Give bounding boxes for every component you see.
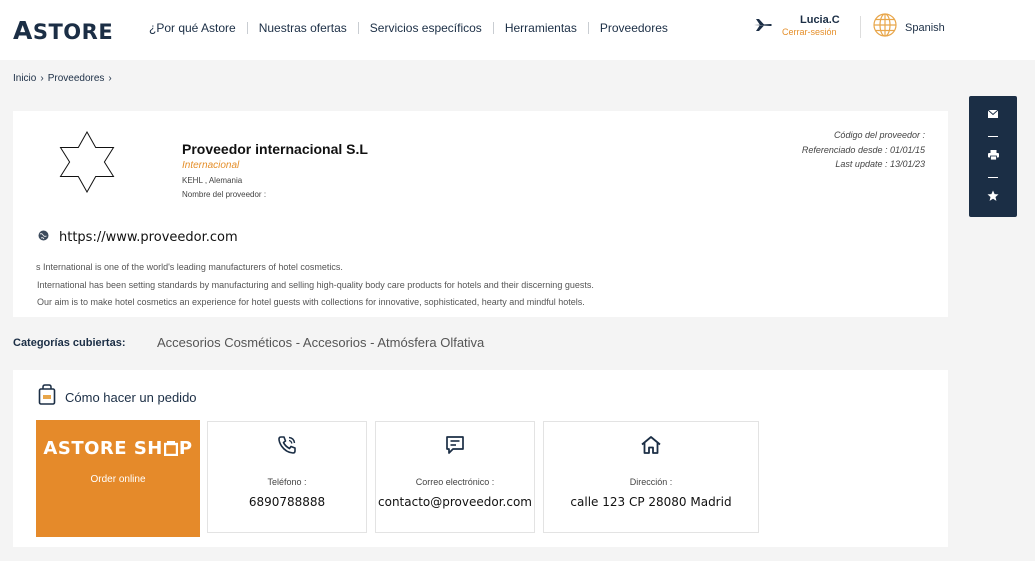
logo-letter: A xyxy=(13,16,33,45)
provider-logo-star-icon xyxy=(57,130,117,198)
astore-logo[interactable]: ASTORE xyxy=(13,16,113,45)
breadcrumb-inicio[interactable]: Inicio xyxy=(13,73,36,84)
address-label: Dirección : xyxy=(629,477,673,487)
provider-referenced: Referenciado desde : 01/01/15 xyxy=(801,144,925,155)
star-icon xyxy=(987,189,999,207)
email-box[interactable]: Correo electrónico : contacto@proveedor.… xyxy=(375,421,535,533)
chat-icon xyxy=(376,435,534,455)
website-link[interactable]: https://www.proveedor.com xyxy=(59,230,238,245)
header-divider xyxy=(860,16,861,38)
favorite-button[interactable] xyxy=(969,188,1017,208)
astore-shop-button[interactable]: ASTORE SH P Order online xyxy=(36,420,200,537)
shopping-bag-icon xyxy=(38,384,56,410)
mail-button[interactable] xyxy=(969,104,1017,124)
toolbar-divider xyxy=(988,136,998,137)
phone-box[interactable]: Teléfono : 6890788888 xyxy=(207,421,367,533)
email-value: contacto@proveedor.com xyxy=(378,495,532,509)
side-toolbar xyxy=(969,96,1017,217)
main-nav: ¿Por qué Astore Nuestras ofertas Servici… xyxy=(138,21,679,35)
order-heading: Cómo hacer un pedido xyxy=(38,384,197,410)
logout-link[interactable]: Cerrar-sesión xyxy=(782,27,837,37)
provider-nombre-label: Nombre del proveedor : xyxy=(182,190,267,199)
provider-description: s International is one of the world's le… xyxy=(36,259,594,312)
chevron-right-icon: › xyxy=(40,73,44,84)
nav-item-por-que-astore[interactable]: ¿Por qué Astore xyxy=(138,21,247,35)
order-section: Cómo hacer un pedido ASTORE SH P Order on… xyxy=(13,370,948,547)
provider-code-label: Código del proveedor : xyxy=(833,130,925,140)
web-globe-icon xyxy=(38,228,49,246)
plane-icon xyxy=(754,18,772,36)
email-label: Correo electrónico : xyxy=(415,477,495,487)
language-label: Spanish xyxy=(905,21,945,34)
address-value: calle 123 CP 28080 Madrid xyxy=(570,495,732,509)
phone-label: Teléfono : xyxy=(267,477,307,487)
print-button[interactable] xyxy=(969,146,1017,166)
description-line: s International is one of the world's le… xyxy=(36,262,343,272)
shop-title-text-end: P xyxy=(178,438,193,459)
categories-value: Accesorios Cosméticos - Accesorios - Atm… xyxy=(157,335,485,350)
chevron-right-icon: › xyxy=(108,73,112,84)
provider-last-update: Last update : 13/01/23 xyxy=(835,159,925,169)
description-line: Our aim is to make hotel cosmetics an ex… xyxy=(37,297,585,307)
provider-type: Internacional xyxy=(182,160,240,171)
breadcrumb-proveedores[interactable]: Proveedores xyxy=(48,73,105,84)
address-box[interactable]: Dirección : calle 123 CP 28080 Madrid xyxy=(543,421,759,533)
categories-label: Categorías cubiertas: xyxy=(13,337,126,349)
provider-location: KEHL , Alemania xyxy=(182,176,243,185)
mail-icon xyxy=(987,105,999,123)
description-line: International has been setting standards… xyxy=(37,279,594,290)
provider-card: Proveedor internacional S.L Internaciona… xyxy=(13,111,948,317)
top-header: ASTORE ¿Por qué Astore Nuestras ofertas … xyxy=(0,0,1035,60)
phone-icon xyxy=(208,435,366,455)
user-name: Lucia.C xyxy=(800,14,840,26)
shop-subtitle: Order online xyxy=(90,474,146,485)
breadcrumb: Inicio › Proveedores › xyxy=(13,73,116,84)
nav-item-servicios[interactable]: Servicios específicos xyxy=(359,21,493,35)
shop-title-text: ASTORE SH xyxy=(43,438,163,459)
provider-meta: Código del proveedor : Referenciado desd… xyxy=(802,128,925,172)
nav-item-proveedores[interactable]: Proveedores xyxy=(589,21,679,35)
user-menu[interactable]: Lucia.C Cerrar-sesión xyxy=(754,13,849,41)
order-title: Cómo hacer un pedido xyxy=(65,389,197,405)
print-icon xyxy=(987,147,999,165)
nav-item-ofertas[interactable]: Nuestras ofertas xyxy=(248,21,358,35)
phone-value: 6890788888 xyxy=(248,495,326,509)
toolbar-divider xyxy=(988,177,998,178)
home-icon xyxy=(544,435,758,455)
provider-website[interactable]: https://www.proveedor.com xyxy=(38,228,238,246)
provider-name: Proveedor internacional S.L xyxy=(182,141,368,157)
language-selector[interactable]: Spanish xyxy=(873,13,945,42)
nav-item-herramientas[interactable]: Herramientas xyxy=(494,21,588,35)
globe-icon xyxy=(873,13,897,42)
shop-title: ASTORE SH P xyxy=(36,438,200,459)
shop-bag-letter-o xyxy=(163,440,179,457)
logo-text: STORE xyxy=(32,20,114,44)
